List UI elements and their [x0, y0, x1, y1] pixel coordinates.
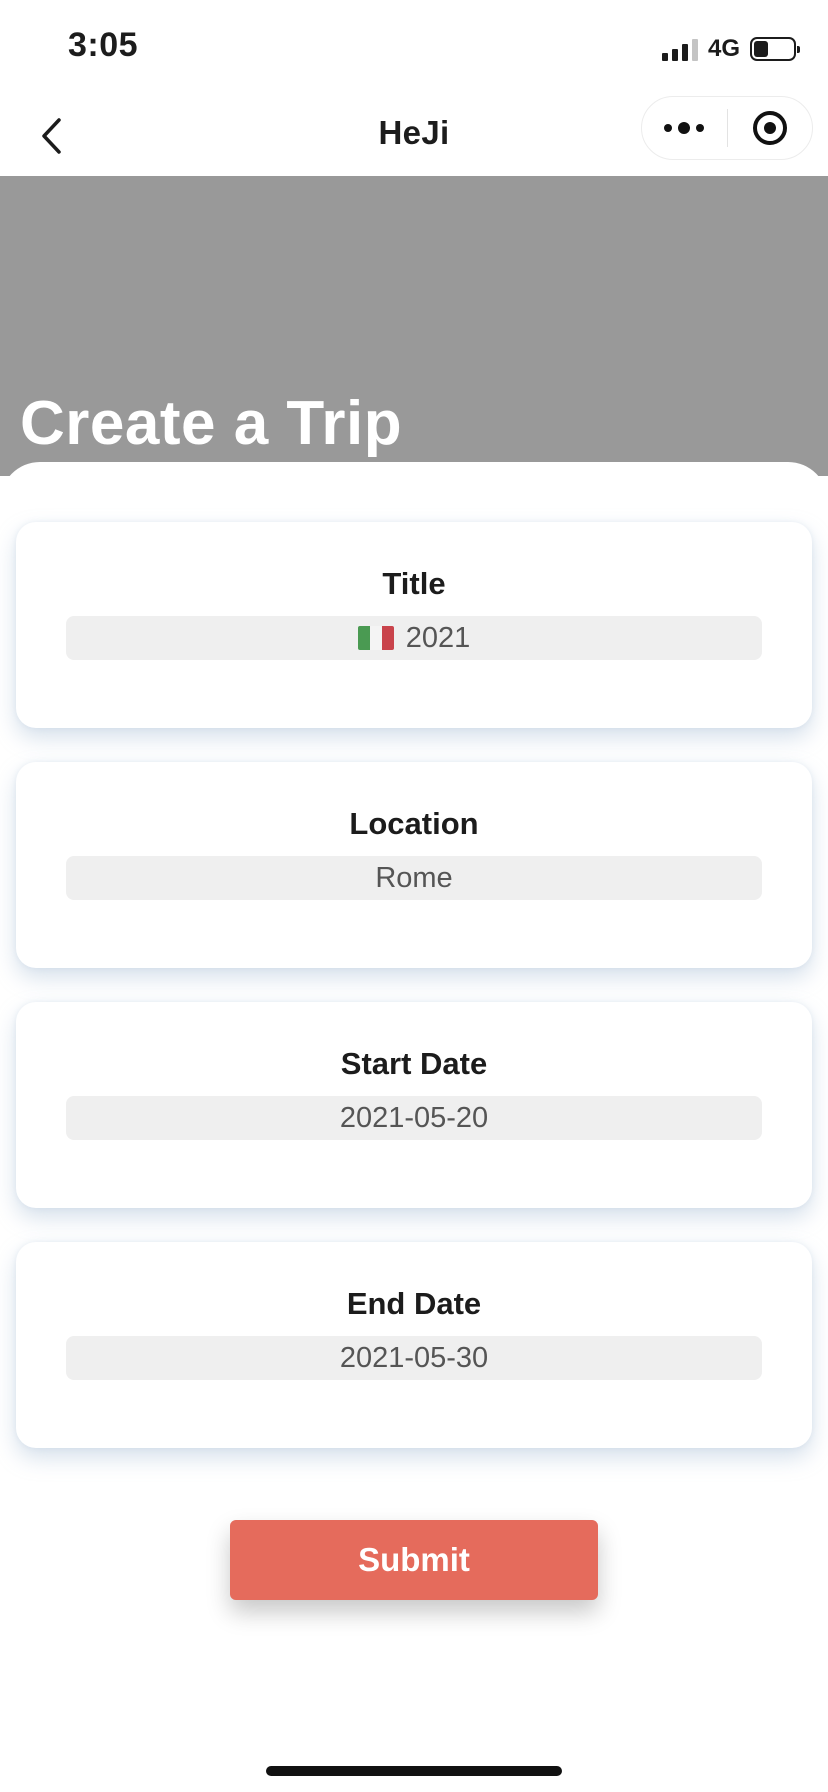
status-bar: 3:05 4G	[0, 0, 828, 96]
location-label: Location	[349, 806, 479, 841]
mini-program-capsule	[641, 96, 813, 160]
form-sheet: Title 2021 Location Start Date End Date …	[0, 462, 828, 1792]
close-mini-program-button[interactable]	[728, 96, 813, 160]
italy-flag-icon	[357, 626, 394, 650]
title-value: 2021	[405, 621, 471, 654]
end-date-input[interactable]	[66, 1336, 762, 1380]
create-trip-screen: 3:05 4G HeJi Create a Trip Title 2021 Lo…	[0, 0, 828, 1792]
start-date-label: Start Date	[340, 1046, 488, 1081]
target-circle-icon	[752, 111, 787, 145]
end-date-label: End Date	[346, 1286, 482, 1321]
home-indicator	[266, 1766, 562, 1776]
status-time: 3:05	[68, 26, 139, 64]
battery-icon	[750, 37, 800, 61]
submit-button[interactable]: Submit	[230, 1520, 598, 1600]
signal-icon	[661, 37, 698, 61]
start-date-input[interactable]	[66, 1096, 762, 1140]
title-label: Title	[382, 566, 446, 601]
location-input[interactable]	[66, 856, 762, 900]
nav-bar: HeJi	[0, 96, 828, 176]
title-input[interactable]: 2021	[66, 616, 762, 660]
location-field-card: Location	[16, 762, 812, 968]
more-button[interactable]	[642, 96, 727, 160]
end-date-field-card: End Date	[16, 1242, 812, 1448]
hero-banner: Create a Trip	[0, 176, 828, 476]
title-field-card: Title 2021	[16, 522, 812, 728]
status-indicators: 4G	[661, 34, 800, 64]
start-date-field-card: Start Date	[16, 1002, 812, 1208]
page-title: Create a Trip	[20, 389, 403, 458]
network-type: 4G	[707, 35, 740, 62]
more-dots-icon	[664, 122, 705, 134]
